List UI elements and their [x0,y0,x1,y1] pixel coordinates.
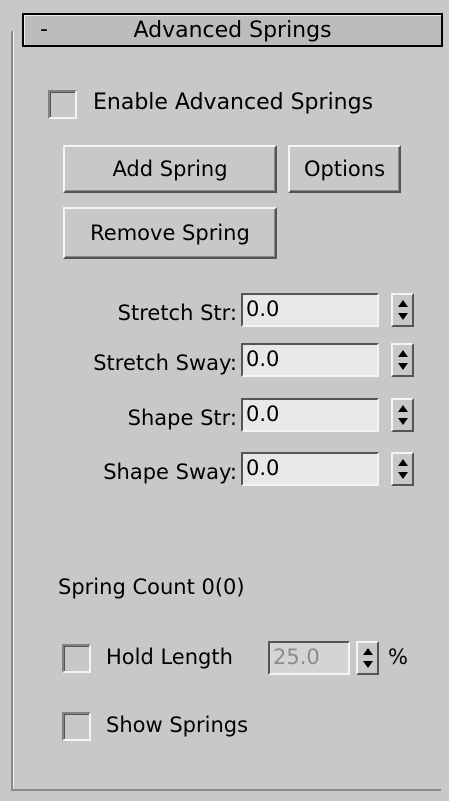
hold-length-unit: % [388,645,408,669]
shape-str-label: Shape Str: [127,406,237,430]
stretch-sway-spinner[interactable] [391,343,414,377]
spinner-down-icon[interactable] [397,472,408,479]
shape-sway-label: Shape Sway: [103,460,237,484]
spinner-up-icon[interactable] [397,350,408,357]
show-springs-checkbox[interactable] [62,712,91,741]
options-button[interactable]: Options [288,145,401,193]
stretch-str-label: Stretch Str: [117,301,237,325]
stretch-sway-field[interactable]: 0.0 [241,343,379,377]
enable-advanced-springs-label: Enable Advanced Springs [93,90,374,115]
spinner-down-icon[interactable] [397,418,408,425]
remove-spring-button[interactable]: Remove Spring [63,207,277,259]
spring-count-label: Spring Count 0(0) [58,575,245,599]
spinner-up-icon[interactable] [397,459,408,466]
add-spring-button[interactable]: Add Spring [63,145,277,193]
hold-length-spinner[interactable] [356,641,379,675]
rollout-title: Advanced Springs [133,18,332,43]
rollout-header-advanced-springs[interactable]: - Advanced Springs [22,13,443,47]
stretch-str-field[interactable]: 0.0 [241,293,379,327]
shape-sway-spinner[interactable] [391,452,414,486]
stretch-str-spinner[interactable] [391,293,414,327]
shape-sway-field[interactable]: 0.0 [241,452,379,486]
shape-str-field[interactable]: 0.0 [241,398,379,432]
spinner-up-icon[interactable] [362,648,373,655]
hold-length-label: Hold Length [106,645,233,669]
spinner-up-icon[interactable] [397,300,408,307]
spinner-down-icon[interactable] [397,313,408,320]
hold-length-checkbox[interactable] [62,644,91,673]
shape-str-spinner[interactable] [391,398,414,432]
enable-advanced-springs-checkbox[interactable] [48,90,77,119]
show-springs-label: Show Springs [106,713,249,737]
hold-length-field[interactable]: 25.0 [268,641,350,675]
spinner-up-icon[interactable] [397,405,408,412]
spinner-down-icon[interactable] [397,363,408,370]
spinner-down-icon[interactable] [362,661,373,668]
stretch-sway-label: Stretch Sway: [93,351,237,375]
